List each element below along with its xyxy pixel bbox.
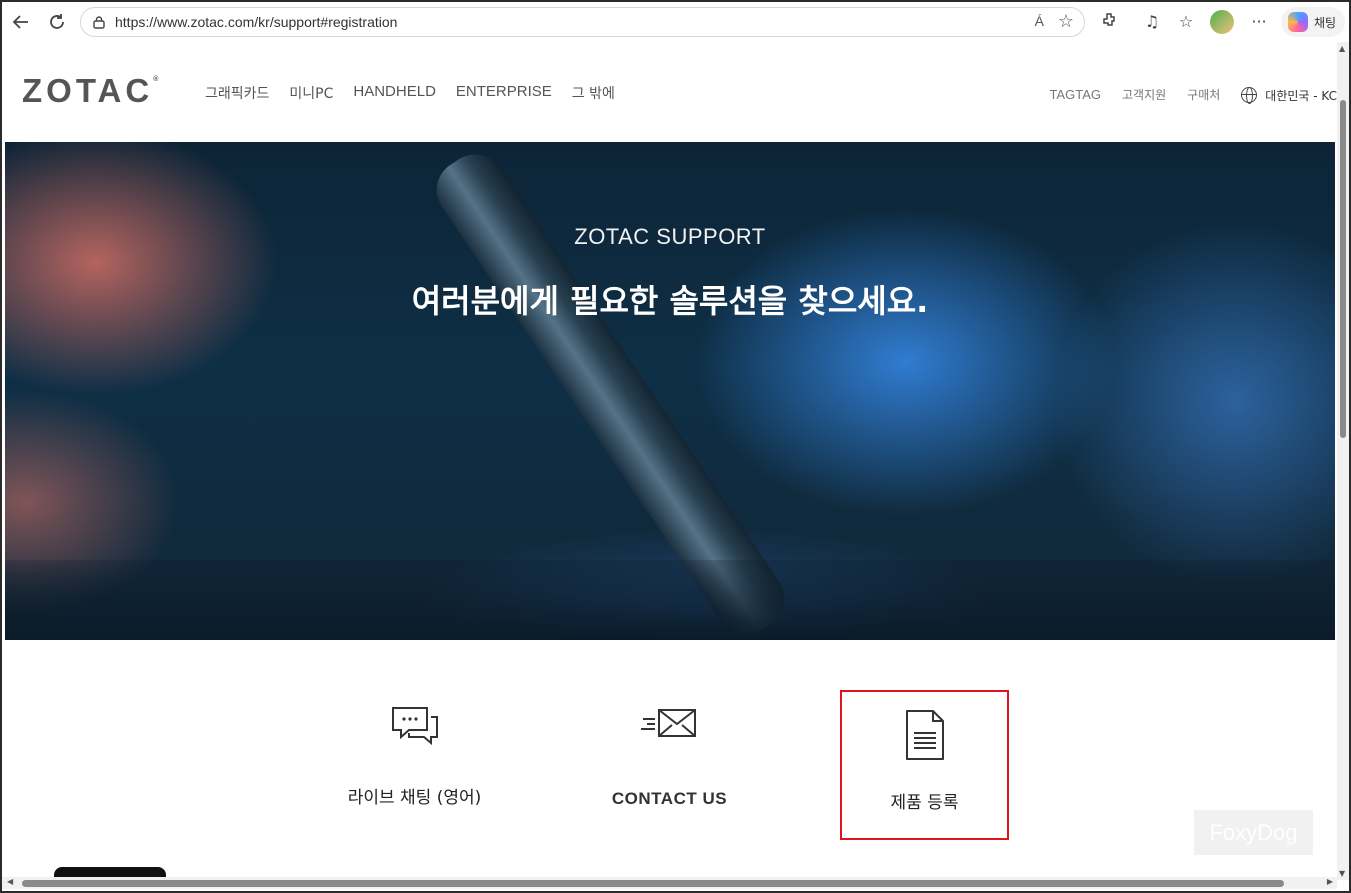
product-registration-label[interactable]: 제품 등록 (842, 788, 1007, 813)
live-chat-option[interactable]: 라이브 채팅 (영어) (332, 705, 497, 808)
favorite-star-icon[interactable]: ☆ (1058, 11, 1074, 32)
url-text[interactable]: https://www.zotac.com/kr/support#registr… (115, 14, 397, 30)
vertical-scrollbar[interactable]: ▲ ▼ (1337, 42, 1349, 880)
scroll-down-arrow-icon[interactable]: ▼ (1339, 869, 1345, 878)
scroll-right-arrow-icon[interactable]: ▶ (1327, 877, 1333, 886)
nav-item-graphics-cards[interactable]: 그래픽카드 (205, 83, 269, 103)
language-selector[interactable]: 대한민국 - KC (1241, 84, 1337, 104)
envelope-icon (640, 709, 696, 737)
util-item-where-to-buy[interactable]: 구매처 (1187, 86, 1220, 103)
circuit-board-image (5, 560, 1335, 640)
address-bar[interactable]: https://www.zotac.com/kr/support#registr… (80, 7, 1085, 37)
document-icon (905, 710, 944, 760)
site-header: ZOTAC® 그래픽카드 미니PC HANDHELD ENTERPRISE 그 … (2, 42, 1337, 142)
zotac-logo[interactable]: ZOTAC® (22, 72, 158, 110)
util-item-support[interactable]: 고객지원 (1122, 86, 1166, 103)
more-icon[interactable]: ··· (1248, 11, 1270, 33)
lock-icon[interactable] (92, 15, 106, 29)
browser-window: https://www.zotac.com/kr/support#registr… (0, 0, 1351, 893)
live-chat-label[interactable]: 라이브 채팅 (영어) (332, 783, 497, 808)
contact-us-label[interactable]: CONTACT US (592, 789, 747, 809)
logo-text: ZOTAC (22, 72, 154, 109)
main-nav: 그래픽카드 미니PC HANDHELD ENTERPRISE 그 밖에 (205, 83, 615, 103)
favorites-icon[interactable]: ☆ (1175, 11, 1197, 33)
chat-bubbles-icon (391, 707, 438, 746)
globe-icon (1241, 87, 1258, 104)
scroll-up-arrow-icon[interactable]: ▲ (1339, 44, 1345, 53)
nav-item-more[interactable]: 그 밖에 (572, 83, 615, 103)
utility-nav: TAGTAG 고객지원 구매처 대한민국 - KC (1049, 84, 1337, 104)
horizontal-scroll-thumb[interactable] (22, 880, 1284, 887)
util-item-tagtag[interactable]: TAGTAG (1049, 87, 1101, 102)
read-aloud-icon[interactable]: Á (1035, 13, 1044, 29)
scroll-left-arrow-icon[interactable]: ◀ (7, 877, 13, 886)
product-registration-option[interactable]: 제품 등록 (840, 690, 1009, 840)
contact-us-option[interactable]: CONTACT US (592, 705, 747, 809)
music-icon[interactable]: ♫ (1141, 11, 1163, 33)
hero-banner: ZOTAC SUPPORT 여러분에게 필요한 솔루션을 찾으세요. (5, 142, 1335, 640)
language-label: 대한민국 - KC (1265, 89, 1337, 103)
hero-title: 여러분에게 필요한 솔루션을 찾으세요. (411, 282, 929, 320)
chat-button-label: 채팅 (1314, 16, 1337, 30)
horizontal-scrollbar[interactable]: ◀ ▶ (2, 877, 1337, 889)
hero-subtitle: ZOTAC SUPPORT (574, 224, 766, 249)
browser-toolbar: https://www.zotac.com/kr/support#registr… (2, 2, 1349, 42)
logo-registered-mark: ® (153, 76, 159, 83)
vertical-scroll-thumb[interactable] (1340, 100, 1346, 438)
nav-item-mini-pc[interactable]: 미니PC (289, 83, 333, 103)
back-icon[interactable] (10, 11, 32, 33)
nav-item-enterprise[interactable]: ENTERPRISE (456, 83, 552, 103)
copilot-chat-button[interactable]: 채팅 (1281, 7, 1345, 37)
profile-avatar[interactable] (1210, 10, 1234, 34)
refresh-icon[interactable] (46, 11, 68, 33)
nav-item-handheld[interactable]: HANDHELD (353, 83, 436, 103)
extensions-icon[interactable] (1099, 11, 1121, 33)
watermark: FoxyDog (1194, 810, 1313, 855)
copilot-icon (1288, 12, 1308, 32)
